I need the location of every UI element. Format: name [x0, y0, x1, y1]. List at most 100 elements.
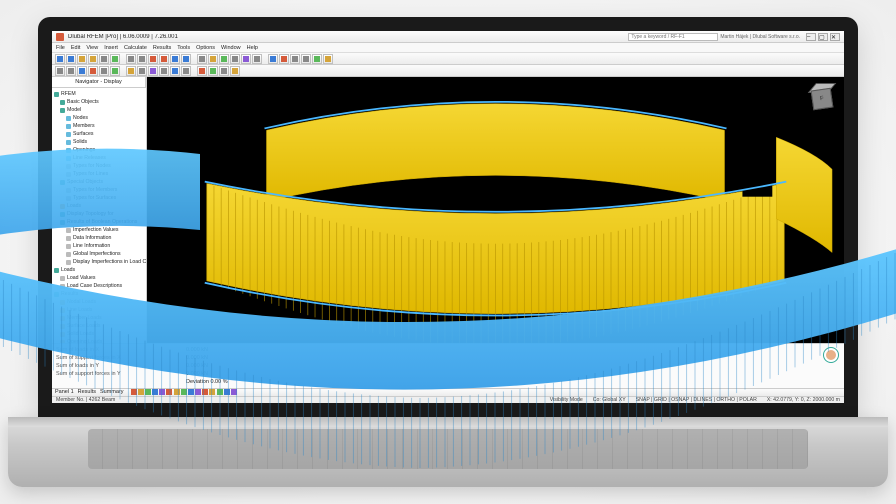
tree-item[interactable]: Openings: [54, 146, 144, 154]
search-input[interactable]: [628, 33, 718, 41]
user-avatar-icon[interactable]: [824, 348, 838, 362]
view-cube[interactable]: F: [808, 85, 836, 113]
toolbar-button[interactable]: [126, 54, 136, 64]
toolbar-button[interactable]: [170, 54, 180, 64]
toolbar-button[interactable]: [131, 389, 137, 395]
toolbar-button[interactable]: [110, 54, 120, 64]
toolbar-button[interactable]: [197, 66, 207, 76]
toolbar-button[interactable]: [217, 389, 223, 395]
toolbar-button[interactable]: [202, 389, 208, 395]
tree-item[interactable]: Load Values: [54, 274, 144, 282]
close-button[interactable]: ✕: [830, 33, 840, 41]
toolbar-button[interactable]: [231, 389, 237, 395]
tree-item[interactable]: Types for Surfaces: [54, 194, 144, 202]
toolbar-button[interactable]: [230, 54, 240, 64]
tree-item[interactable]: Surfaces: [54, 130, 144, 138]
toolbar-button[interactable]: [152, 389, 158, 395]
menu-options[interactable]: Options: [196, 45, 215, 51]
tree-item[interactable]: Results of Boolean Operations: [54, 218, 144, 226]
tree-item[interactable]: Solid Loads: [54, 330, 144, 338]
tree-item[interactable]: Display Imperfections in Load Cases & Co…: [54, 258, 144, 266]
menu-results[interactable]: Results: [153, 45, 171, 51]
toolbar-button[interactable]: [219, 66, 229, 76]
toolbar-button[interactable]: [110, 66, 120, 76]
toolbar-button[interactable]: [241, 54, 251, 64]
toolbar-button[interactable]: [290, 54, 300, 64]
toolbar-button[interactable]: [181, 54, 191, 64]
toolbar-button[interactable]: [145, 389, 151, 395]
navigator-tab-display[interactable]: Navigator - Display: [52, 77, 146, 87]
tree-item[interactable]: Special Objects: [54, 178, 144, 186]
tree-item[interactable]: Nodal Loads: [54, 298, 144, 306]
toolbar-button[interactable]: [181, 389, 187, 395]
toolbar-button[interactable]: [195, 389, 201, 395]
toolbar-button[interactable]: [148, 66, 158, 76]
toolbar-button[interactable]: [66, 54, 76, 64]
menu-tools[interactable]: Tools: [177, 45, 190, 51]
tab-panel1[interactable]: Panel 1: [55, 389, 74, 395]
tree-item[interactable]: Load Case Descriptions: [54, 282, 144, 290]
toolbar-button[interactable]: [181, 66, 191, 76]
toolbar-button[interactable]: [88, 66, 98, 76]
toolbar-button[interactable]: [77, 54, 87, 64]
toolbar-button[interactable]: [208, 66, 218, 76]
tree-item[interactable]: Imperfection Values: [54, 226, 144, 234]
tree-item[interactable]: Data Information: [54, 234, 144, 242]
toolbar-button[interactable]: [166, 389, 172, 395]
tree-item[interactable]: Types for Lines: [54, 170, 144, 178]
toolbar-button[interactable]: [252, 54, 262, 64]
tree-item[interactable]: Types for Members: [54, 186, 144, 194]
toolbar-button[interactable]: [312, 54, 322, 64]
toolbar-button[interactable]: [159, 66, 169, 76]
tree-item[interactable]: Surface Loads: [54, 322, 144, 330]
tree-item[interactable]: Member Loads: [54, 314, 144, 322]
toolbar-button[interactable]: [279, 54, 289, 64]
tree-item[interactable]: Results: [54, 290, 144, 298]
tree-item[interactable]: Nodes: [54, 114, 144, 122]
tab-summary[interactable]: Summary: [100, 389, 124, 395]
toolbar-button[interactable]: [99, 54, 109, 64]
toolbar-button[interactable]: [138, 389, 144, 395]
toolbar-button[interactable]: [197, 54, 207, 64]
toolbar-button[interactable]: [77, 66, 87, 76]
menu-insert[interactable]: Insert: [104, 45, 118, 51]
tree-item[interactable]: Line Releases: [54, 154, 144, 162]
toolbar-button[interactable]: [224, 389, 230, 395]
menu-edit[interactable]: Edit: [71, 45, 80, 51]
toolbar-button[interactable]: [174, 389, 180, 395]
toolbar-button[interactable]: [208, 54, 218, 64]
tree-item[interactable]: RFEM: [54, 90, 144, 98]
toolbar-button[interactable]: [188, 389, 194, 395]
toolbar-button[interactable]: [230, 66, 240, 76]
toolbar-button[interactable]: [126, 66, 136, 76]
toolbar-button[interactable]: [170, 66, 180, 76]
menu-calculate[interactable]: Calculate: [124, 45, 147, 51]
toolbar-button[interactable]: [148, 54, 158, 64]
tree-item[interactable]: Model: [54, 106, 144, 114]
tree-item[interactable]: Display Topology for: [54, 210, 144, 218]
tree-item[interactable]: Members: [54, 122, 144, 130]
toolbar-button[interactable]: [66, 66, 76, 76]
tree-item[interactable]: Loads: [54, 266, 144, 274]
toolbar-button[interactable]: [137, 66, 147, 76]
maximize-button[interactable]: ▢: [818, 33, 828, 41]
minimize-button[interactable]: –: [806, 33, 816, 41]
toolbar-button[interactable]: [55, 66, 65, 76]
toolbar-button[interactable]: [137, 54, 147, 64]
toolbar-button[interactable]: [55, 54, 65, 64]
menu-help[interactable]: Help: [247, 45, 258, 51]
tree-item[interactable]: Loads: [54, 202, 144, 210]
view-cube-face[interactable]: F: [811, 88, 834, 110]
toolbar-button[interactable]: [323, 54, 333, 64]
toolbar-button[interactable]: [159, 54, 169, 64]
menu-view[interactable]: View: [86, 45, 98, 51]
navigator-tree[interactable]: RFEMBasic ObjectsModelNodesMembersSurfac…: [52, 88, 146, 343]
tab-results[interactable]: Results: [78, 389, 96, 395]
tree-item[interactable]: Basic Objects: [54, 98, 144, 106]
toolbar-button[interactable]: [99, 66, 109, 76]
tree-item[interactable]: Global Imperfections: [54, 250, 144, 258]
tree-item[interactable]: Solids: [54, 138, 144, 146]
toolbar-button[interactable]: [219, 54, 229, 64]
toolbar-button[interactable]: [88, 54, 98, 64]
toolbar-button[interactable]: [268, 54, 278, 64]
